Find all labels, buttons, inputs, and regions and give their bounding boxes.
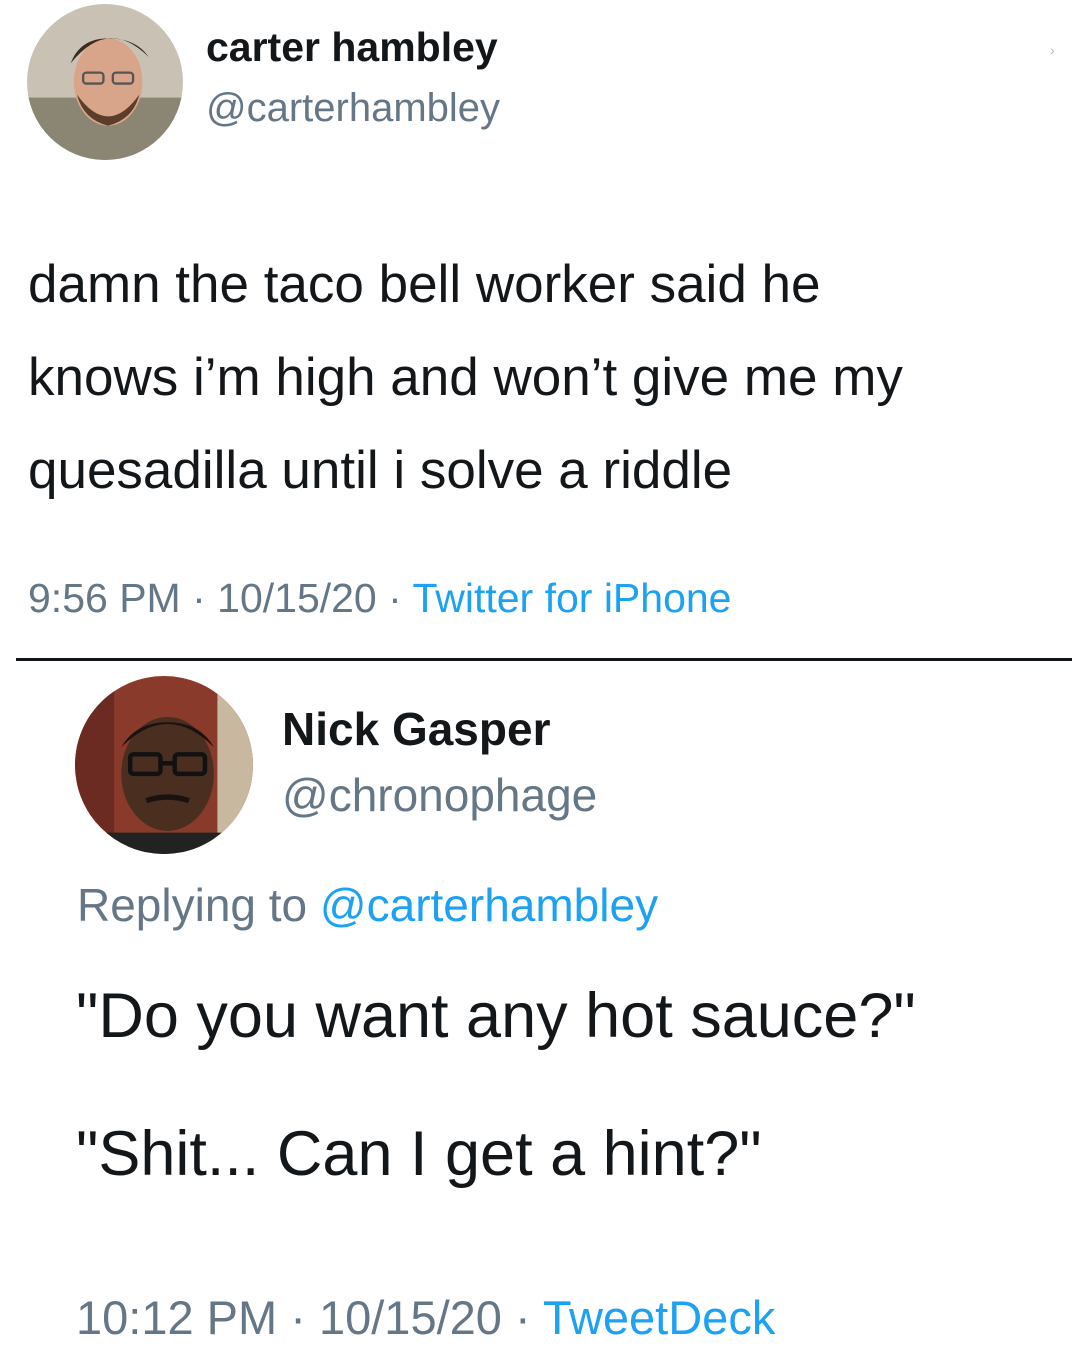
- tweet-date[interactable]: 10/15/20: [319, 1291, 502, 1344]
- tweet-date[interactable]: 10/15/20: [217, 575, 377, 621]
- tweet-metadata: 9:56 PM · 10/15/20 · Twitter for iPhone: [28, 575, 731, 622]
- display-name[interactable]: carter hambley: [206, 24, 498, 71]
- tweet-time: 9:56 PM: [28, 575, 181, 621]
- avatar-photo: [75, 676, 253, 854]
- replying-prefix: Replying to: [77, 879, 320, 931]
- tweet-text-line: "Shit... Can I get a hint?": [76, 1119, 762, 1189]
- avatar-photo: [27, 4, 183, 160]
- avatar[interactable]: [75, 676, 253, 854]
- display-name[interactable]: Nick Gasper: [282, 702, 550, 756]
- meta-separator: ·: [501, 1291, 543, 1344]
- tweet-text: damn the taco bell worker said he knows …: [28, 255, 903, 500]
- meta-separator: ·: [180, 575, 218, 621]
- tweet-nick-gasper[interactable]: Nick Gasper @chronophage Replying to @ca…: [0, 660, 1080, 1348]
- tweet-metadata: 10:12 PM · 10/15/20 · TweetDeck: [76, 1290, 775, 1345]
- tweet-time: 10:12 PM: [76, 1291, 278, 1344]
- tweet-text-line: "Do you want any hot sauce?": [76, 981, 916, 1051]
- mention-link[interactable]: @carterhambley: [320, 879, 658, 931]
- chevron-down-icon[interactable]: ›: [1050, 42, 1060, 58]
- avatar[interactable]: [27, 4, 183, 160]
- user-handle[interactable]: @carterhambley: [206, 86, 500, 131]
- tweet-source-link[interactable]: Twitter for iPhone: [412, 575, 731, 621]
- replying-to: Replying to @carterhambley: [77, 878, 658, 932]
- meta-separator: ·: [376, 575, 413, 621]
- tweet-source-link[interactable]: TweetDeck: [543, 1291, 775, 1344]
- tweet-carter-hambley[interactable]: carter hambley @carterhambley › damn the…: [0, 0, 1080, 660]
- user-handle[interactable]: @chronophage: [282, 768, 597, 822]
- meta-separator: ·: [277, 1291, 319, 1344]
